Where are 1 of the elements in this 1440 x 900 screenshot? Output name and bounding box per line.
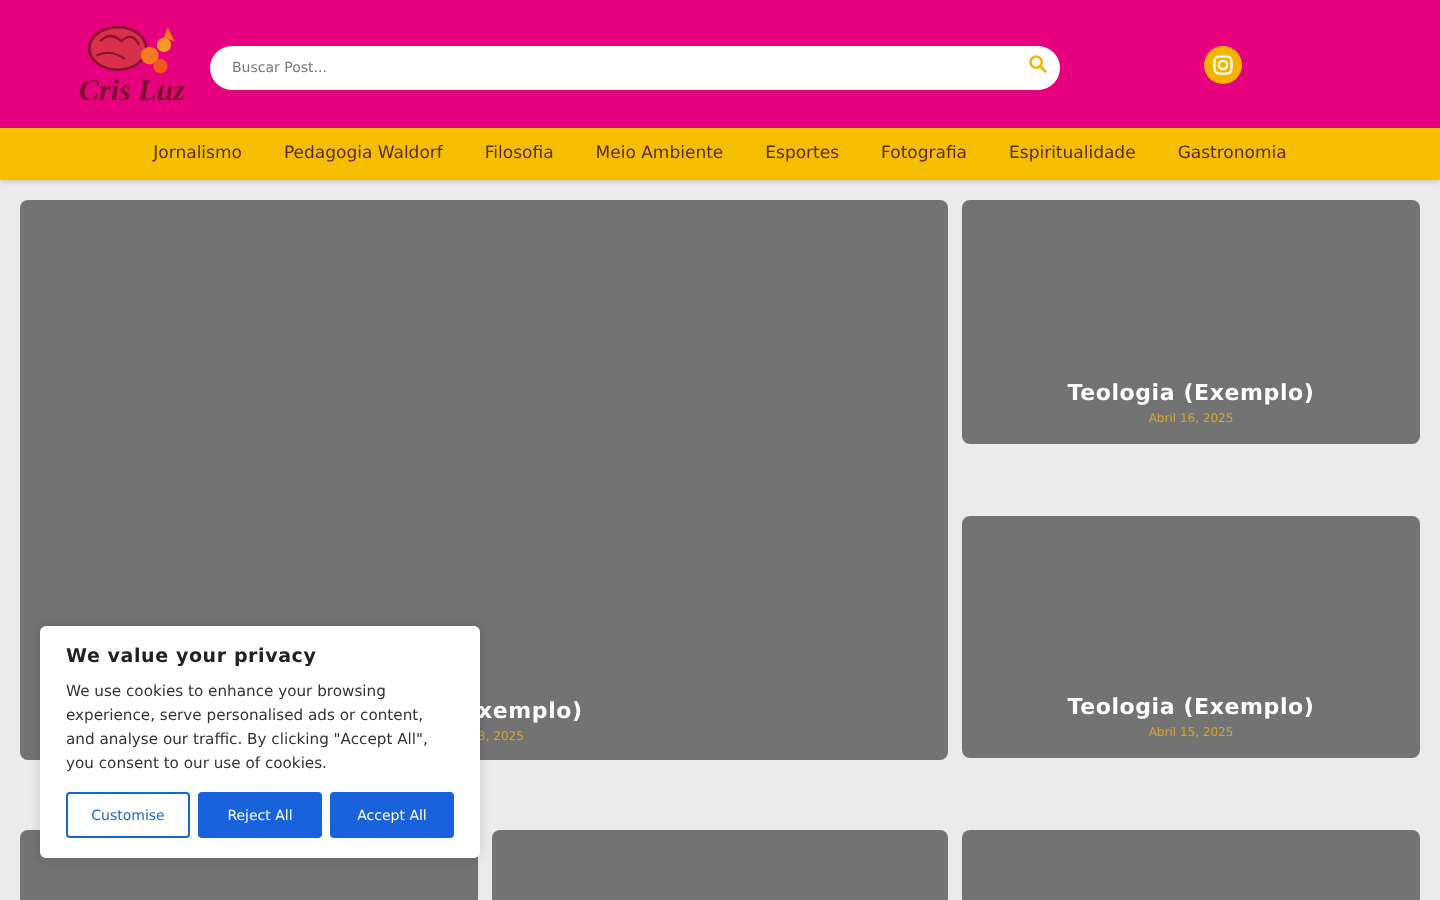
banner-title: We value your privacy (66, 646, 319, 668)
